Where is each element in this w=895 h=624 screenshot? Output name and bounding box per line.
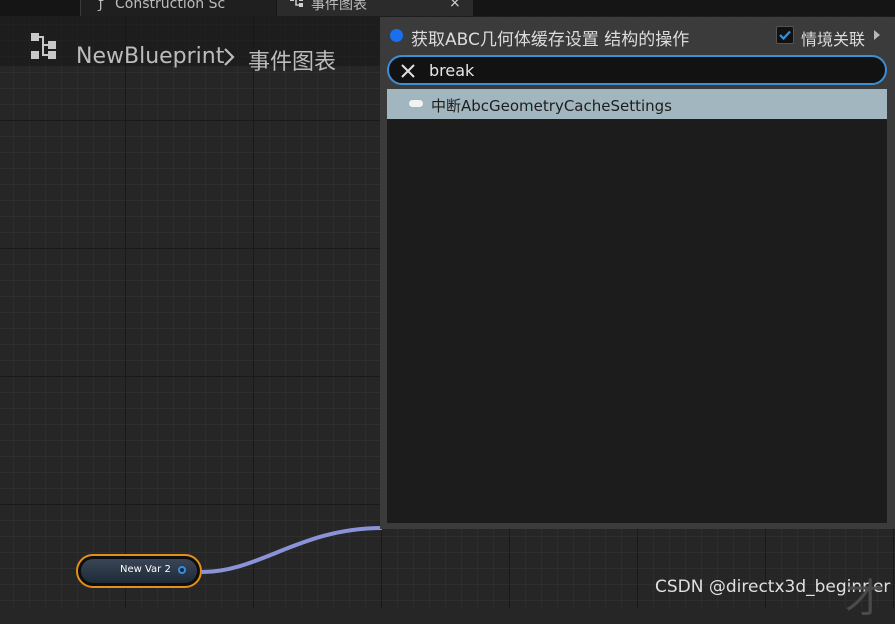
tab-event-graph[interactable]: 事件图表 [277,0,473,16]
corner-logo-icon: 才 [845,576,885,622]
blueprint-graph-icon [31,33,56,59]
tab-event-graph-label: 事件图表 [311,0,367,13]
clear-search-icon[interactable] [401,64,415,78]
graph-icon [287,0,307,12]
tab-bar: ƒ Construction Sc 事件图表 × [0,0,895,16]
tab-construction-label: Construction Sc [115,0,226,12]
list-item[interactable]: 中断AbcGeometryCacheSettings [387,89,887,119]
result-item-label: 中断AbcGeometryCacheSettings [431,97,672,115]
chevron-right-icon [224,48,235,66]
checkmark-icon [779,30,791,41]
breadcrumb-graph[interactable]: 事件图表 [248,44,336,76]
function-icon: ƒ [98,0,104,12]
action-search-box [387,55,887,85]
variable-node-label: New Var 2 [120,564,171,575]
output-pin-icon[interactable] [178,566,186,574]
variable-node-body: New Var 2 [81,559,197,583]
expand-arrow-icon[interactable] [874,30,880,40]
action-menu-header: 获取ABC几何体缓存设置 结构的操作 情境关联 [380,17,895,53]
tab-construction-script[interactable]: ƒ Construction Sc [80,0,276,16]
variable-node[interactable]: New Var 2 [76,554,202,588]
tab-close-icon[interactable]: × [449,0,461,11]
action-menu-popup: 获取ABC几何体缓存设置 结构的操作 情境关联 中断AbcGeometryCac… [380,17,895,529]
context-sensitive-label: 情境关联 [801,30,866,49]
breadcrumb-blueprint[interactable]: NewBlueprint [76,44,224,69]
action-search-input[interactable] [429,60,869,80]
action-menu-title: 获取ABC几何体缓存设置 结构的操作 [411,30,690,50]
action-results-list: 中断AbcGeometryCacheSettings [387,89,887,523]
struct-node-icon [409,100,423,107]
struct-pin-icon [390,29,403,42]
context-sensitive-checkbox[interactable] [776,26,794,44]
